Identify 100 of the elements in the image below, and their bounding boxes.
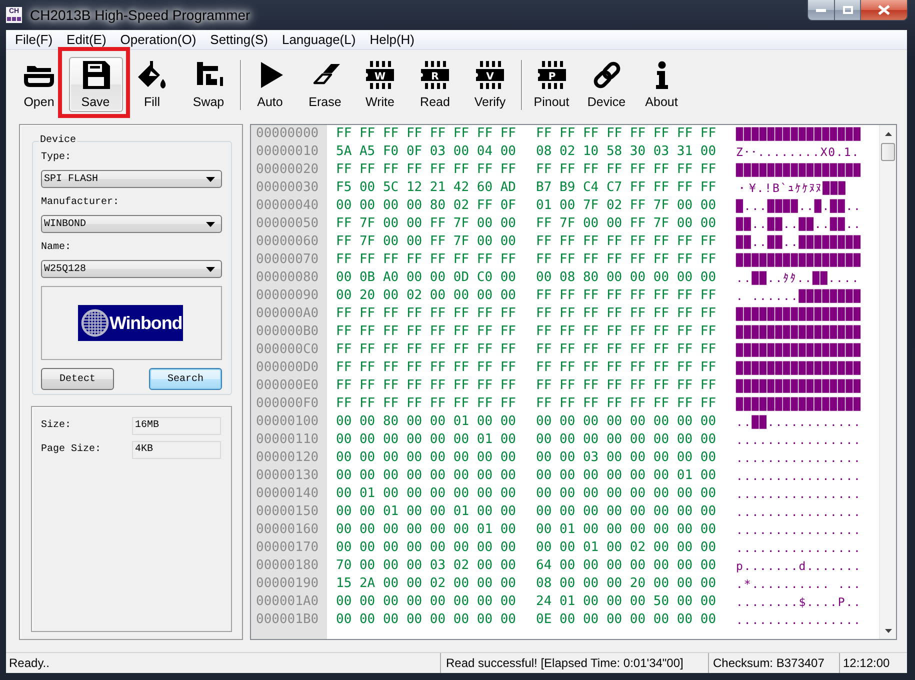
row-address: 000000F0 [255,395,320,413]
hex-bytes: FF FF FF FF FF FF FF FF [536,359,716,377]
ascii-text: Z･･........X0.1. [736,145,860,159]
up-arrow-icon [884,132,892,136]
clock-text: 12:12:00 [843,656,890,670]
menu-item[interactable]: Setting(S) [203,30,275,48]
row-address: 000001A0 [255,593,320,611]
minimize-icon [816,8,826,12]
toolbar-button[interactable]: Device [580,57,634,112]
hex-bytes: 00 00 00 00 00 00 00 00 [536,431,716,449]
hex-bytes: 00 01 00 00 00 00 00 00 [536,521,716,539]
hex-bytes: 00 00 00 00 00 00 00 00 [336,611,516,629]
hex-bytes: 70 00 00 00 03 02 00 00 [336,557,516,575]
panel-button[interactable]: Search [149,368,222,390]
hex-bytes: 00 00 00 00 00 00 00 00 [336,449,516,467]
toolbar-button[interactable]: Fill [125,57,179,112]
hex-bytes: 00 20 00 02 00 00 00 00 [336,287,516,305]
toolbar-button[interactable]: Erase [298,57,352,112]
toolbar-button[interactable]: Save [68,57,122,112]
hex-bytes: 00 00 00 00 00 00 00 00 [336,593,516,611]
scroll-thumb[interactable] [881,143,895,161]
row-address: 00000170 [255,539,320,557]
value-field: 16MB [132,417,221,435]
chip-letter: P [548,72,556,82]
ascii-text: ████████████████ [736,343,862,357]
ascii-text: ・¥.!B`ｭｹｹﾇﾇ███ [736,181,846,195]
field-label: Type: [41,152,72,164]
hex-bytes: 00 08 80 00 00 00 00 00 [536,269,716,287]
hex-bytes: 00 01 00 00 00 00 00 00 [336,485,516,503]
menu-item[interactable]: File(F) [8,30,60,48]
row-address: 000000C0 [255,341,320,359]
ascii-text: ██..██..██..██.. [736,217,862,231]
hex-bytes: 08 00 00 00 20 00 00 00 [536,575,716,593]
toolbar-button[interactable]: Swap [182,57,236,112]
hex-bytes: 08 02 10 58 30 03 31 00 [536,143,716,161]
toolbar-button[interactable]: Auto [243,57,297,112]
hex-bytes: 00 00 00 00 00 00 01 00 [336,521,516,539]
hex-bytes: 0E 00 00 00 00 00 00 00 [536,611,716,629]
menu-item[interactable]: Help(H) [362,30,422,48]
squares-icon [7,17,21,21]
scrollbar[interactable] [879,125,896,639]
hex-bytes: FF 7F 00 00 FF 7F 00 00 [336,215,516,233]
row-address: 00000120 [255,449,320,467]
row-address: 00000070 [255,251,320,269]
toolbar-button[interactable]: About [634,57,688,112]
hex-bytes: FF FF FF FF FF FF FF FF [336,359,516,377]
dropdown-field[interactable]: SPI FLASH [41,170,222,188]
hex-bytes: 00 00 00 00 80 02 FF 0F [336,197,516,215]
hex-bytes: 00 00 00 00 00 00 00 00 [336,539,516,557]
hex-bytes: FF FF FF FF FF FF FF FF [336,251,516,269]
row-address: 00000060 [255,233,320,251]
toolbar-button[interactable]: Open [12,57,66,112]
menu-item[interactable]: Edit(E) [60,30,114,48]
row-address: 00000050 [255,215,320,233]
menu-item[interactable]: Language(L) [274,30,363,48]
hex-bytes: FF FF FF FF FF FF FF FF [336,161,516,179]
menu-item[interactable]: Operation(O) [113,30,204,48]
ascii-text: ████████████████ [736,307,862,321]
dropdown-field[interactable]: WINBOND [41,215,222,233]
row-address: 00000020 [255,161,320,179]
row-address: 00000190 [255,575,320,593]
hex-bytes: FF FF FF FF FF FF FF FF [536,287,716,305]
hex-bytes: 00 0B A0 00 00 0D C0 00 [336,269,516,287]
hex-bytes: FF FF FF FF FF FF FF FF [336,395,516,413]
field-label: Manufacturer: [41,197,120,209]
toolbar-button[interactable]: P Pinout [524,57,578,112]
hex-bytes: FF 7F 00 00 FF 7F 00 00 [336,233,516,251]
minimize-button[interactable] [808,0,835,20]
field-label: Name: [41,242,72,254]
maximize-button[interactable] [835,0,861,20]
logo-text: Winbond [110,312,182,334]
hex-bytes: FF FF FF FF FF FF FF FF [536,125,716,143]
ascii-text: ████████████████ [736,325,862,339]
hex-bytes: F5 00 5C 12 21 42 60 AD [336,179,516,197]
ascii-text: ................ [736,613,862,627]
field-label: Page Size: [41,444,102,456]
status-text: Ready.. [9,656,50,670]
dropdown-field[interactable]: W25Q128 [41,260,222,278]
close-icon [878,5,890,15]
value-field: 4KB [132,441,221,459]
toolbar-button[interactable]: R Read [408,57,462,112]
hex-bytes: 00 00 00 00 00 00 00 00 [336,467,516,485]
toolbar-button[interactable]: V Verify [463,57,517,112]
row-address: 00000140 [255,485,320,503]
hex-bytes: 24 01 00 00 00 50 00 00 [536,593,716,611]
row-address: 00000160 [255,521,320,539]
hex-bytes: FF FF FF FF FF FF FF FF [536,377,716,395]
row-address: 00000080 [255,269,320,287]
toolbar-button[interactable]: W Write [353,57,407,112]
ascii-text: ........$....P.. [736,595,862,609]
ascii-text: ██..██..████████ [736,235,862,249]
row-address: 000000A0 [255,305,320,323]
hex-bytes: 15 2A 00 00 02 00 00 00 [336,575,516,593]
close-button[interactable] [861,0,907,20]
hex-bytes: 00 00 03 00 00 00 00 00 [536,449,716,467]
hex-bytes: FF FF FF FF FF FF FF FF [536,233,716,251]
panel-button[interactable]: Detect [41,368,114,390]
row-address: 000000D0 [255,359,320,377]
ascii-text: p.......d....... [736,559,862,573]
ascii-text: ................ [736,505,862,519]
